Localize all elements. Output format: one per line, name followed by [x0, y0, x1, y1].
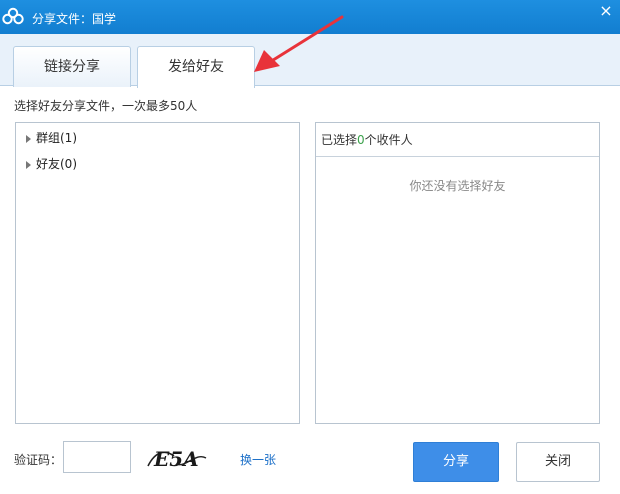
- captcha-input[interactable]: [63, 441, 131, 473]
- tree-item-groups[interactable]: 群组(1): [26, 129, 77, 146]
- cloud-logo-icon: [2, 7, 24, 25]
- title-bar: 分享文件：国学 ×: [0, 0, 620, 34]
- selected-count: 0: [357, 133, 365, 147]
- selected-prefix: 已选择: [321, 133, 358, 147]
- tree-item-label: 群组(1): [36, 131, 77, 145]
- friend-tree-panel: 群组(1) 好友(0): [15, 122, 300, 424]
- tab-link-share[interactable]: 链接分享: [13, 46, 131, 87]
- expand-triangle-icon[interactable]: [26, 134, 31, 143]
- tree-item-friends[interactable]: 好友(0): [26, 155, 77, 172]
- close-button[interactable]: 关闭: [516, 442, 600, 482]
- selected-recipients-panel: 已选择0个收件人 你还没有选择好友: [315, 122, 600, 424]
- tab-send-to-friends[interactable]: 发给好友: [137, 46, 255, 88]
- selected-count-header: 已选择0个收件人: [316, 123, 599, 157]
- tree-item-label: 好友(0): [36, 157, 77, 171]
- empty-state-text: 你还没有选择好友: [409, 179, 506, 193]
- close-icon[interactable]: ×: [592, 0, 620, 24]
- window-title: 分享文件：国学: [32, 12, 117, 26]
- captcha-text: E5A: [153, 447, 199, 471]
- selected-suffix: 个收件人: [364, 133, 413, 147]
- captcha-image[interactable]: E5A: [146, 444, 208, 472]
- refresh-captcha-link[interactable]: 换一张: [240, 451, 276, 468]
- share-hint: 选择好友分享文件，一次最多50人: [14, 99, 198, 113]
- expand-triangle-icon[interactable]: [26, 160, 31, 169]
- captcha-label: 验证码：: [14, 453, 63, 467]
- tab-bar: 链接分享 发给好友: [0, 34, 620, 88]
- share-button[interactable]: 分享: [413, 442, 499, 482]
